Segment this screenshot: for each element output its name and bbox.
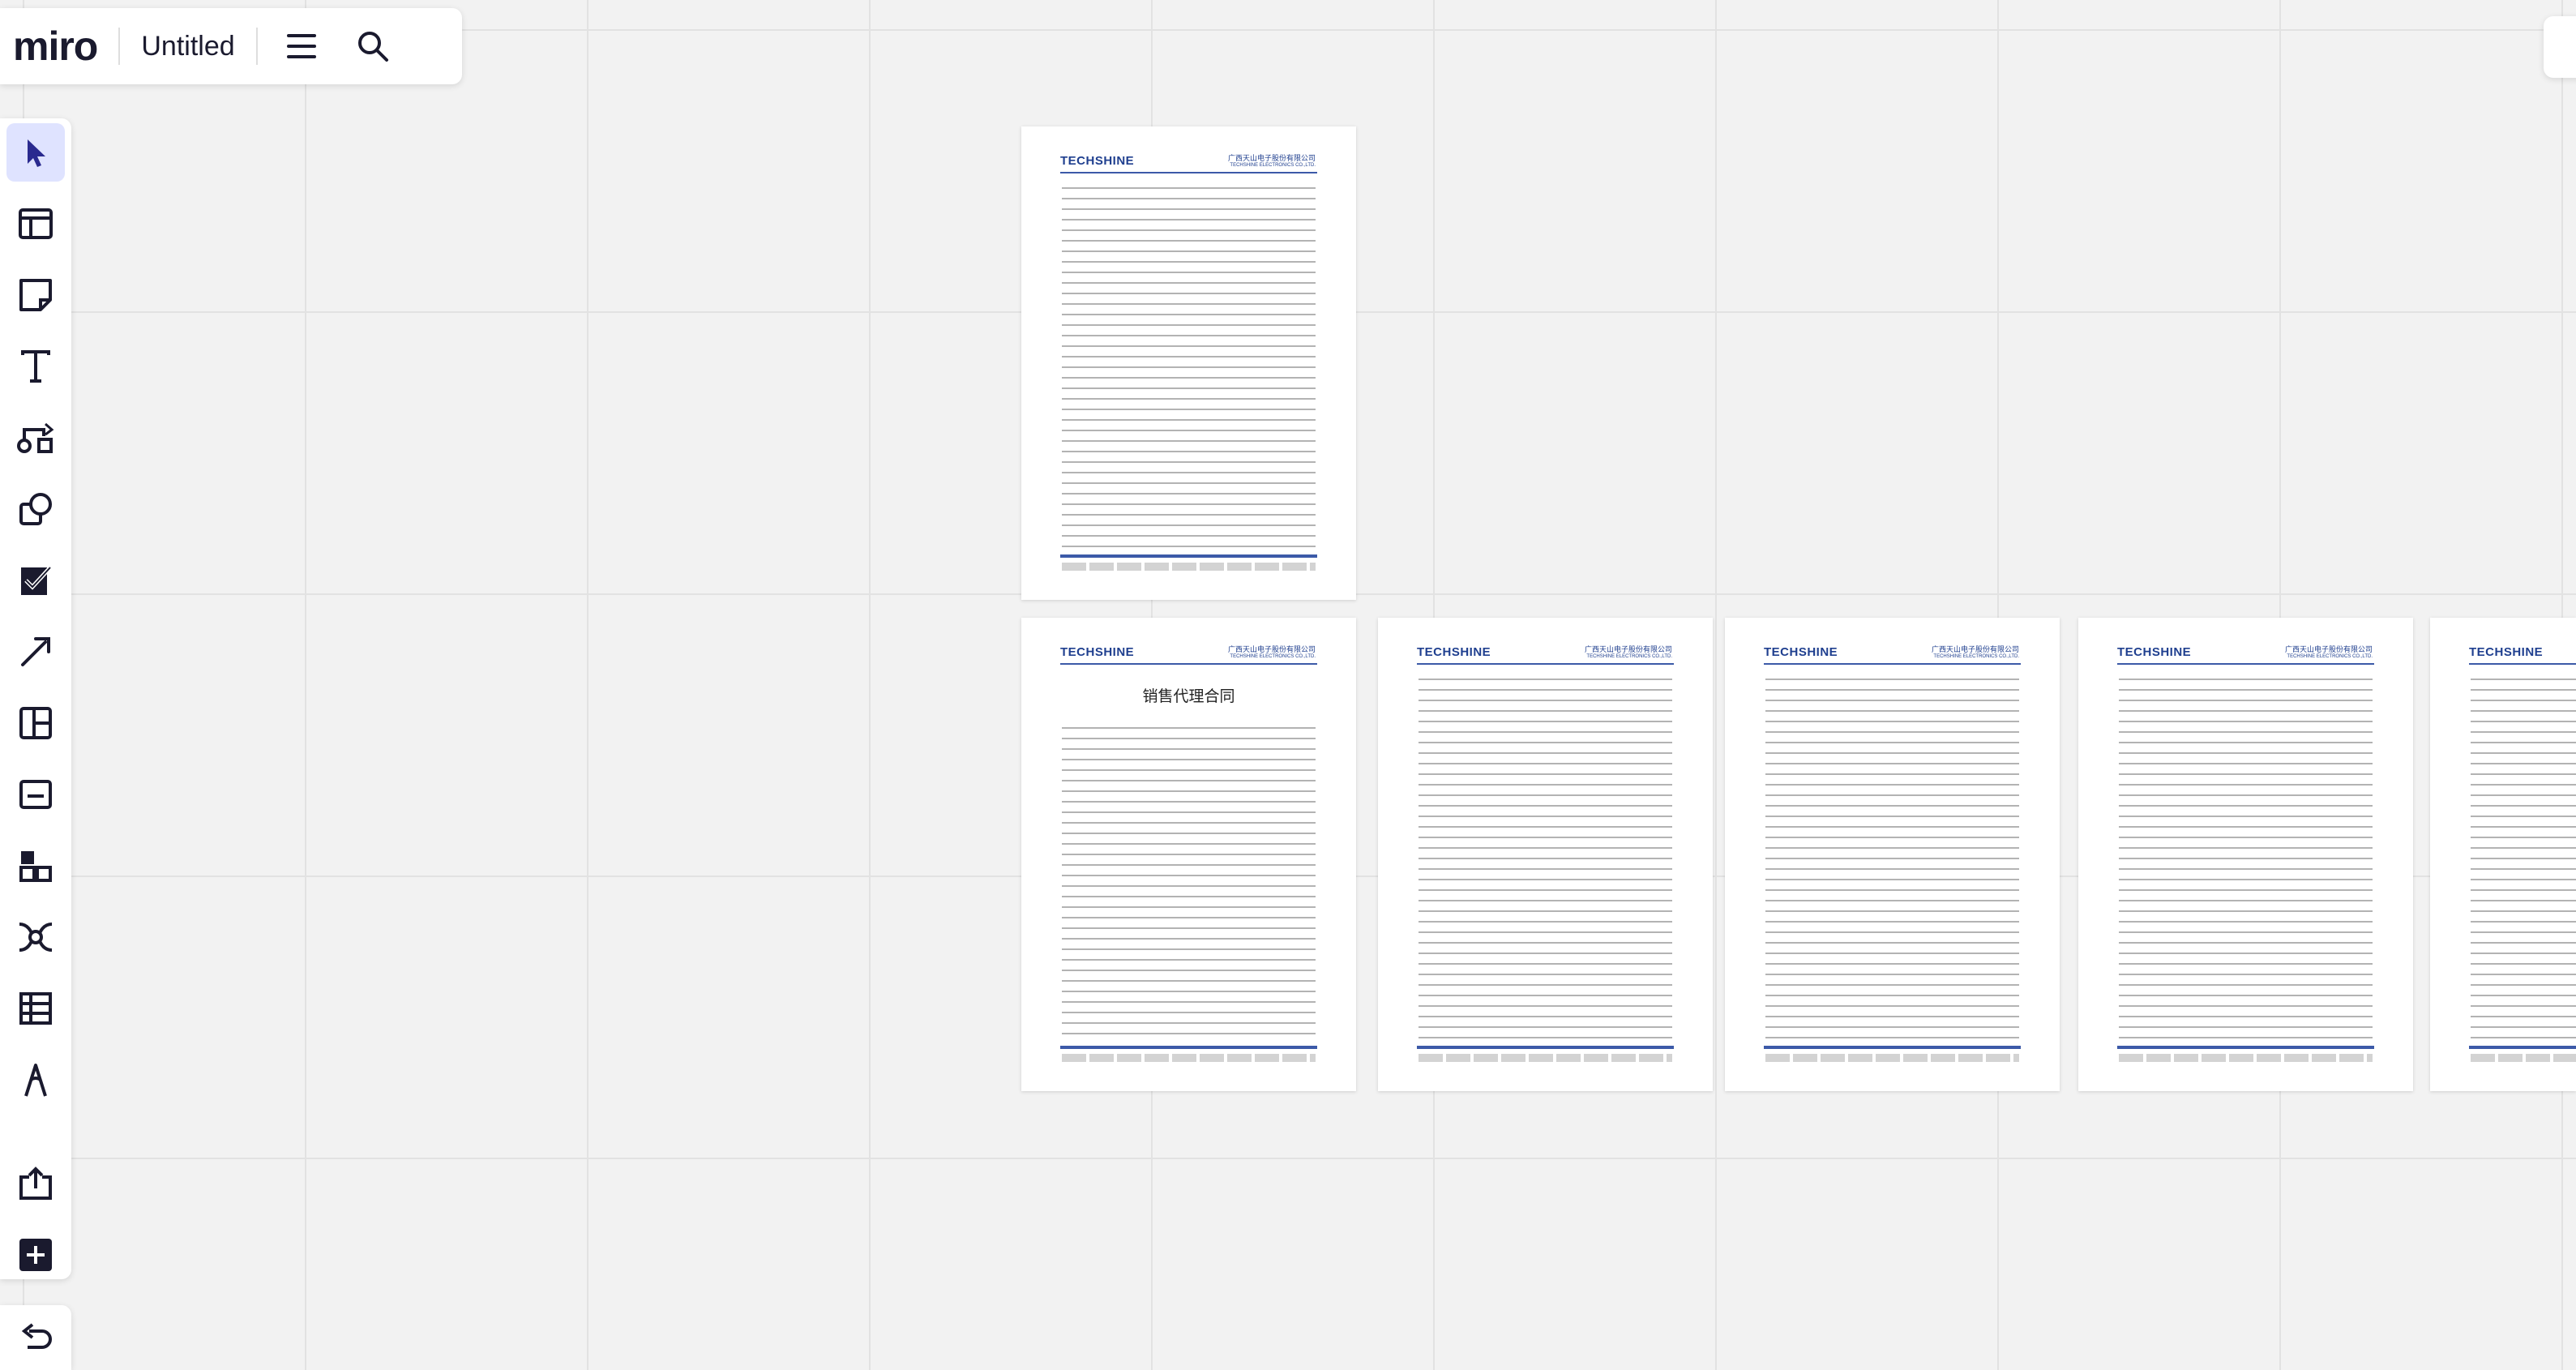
document-text-lines <box>1062 723 1316 1039</box>
brand-logo: TECHSHINE <box>1060 154 1135 168</box>
search-icon[interactable] <box>350 24 396 69</box>
document-text-lines <box>1062 183 1316 548</box>
footer-rule <box>1060 1046 1317 1049</box>
header-rule <box>2469 663 2576 665</box>
company-name: 广西天山电子股份有限公司 TECHSHINE ELECTRONICS CO.,LT… <box>2284 645 2373 659</box>
document-page[interactable]: TECHSHINE 广西天山电子股份有限公司 TECHSHINE ELECTRON… <box>1021 126 1356 600</box>
document-text-lines <box>2471 674 2576 1039</box>
footer-text <box>2471 1054 2576 1062</box>
document-text-lines <box>1765 674 2019 1039</box>
company-name: 广西天山电子股份有限公司 TECHSHINE ELECTRONICS CO.,LT… <box>1227 154 1316 168</box>
miro-logo[interactable]: miro <box>13 23 98 70</box>
text-icon <box>21 350 50 383</box>
card-tool[interactable] <box>6 765 65 824</box>
diagram-icon <box>17 422 54 453</box>
footer-text <box>1062 1054 1316 1062</box>
footer-rule <box>1060 554 1317 558</box>
plus-icon <box>19 1239 52 1271</box>
top-bar: miro Untitled <box>0 8 462 84</box>
shapes-icon <box>19 493 52 525</box>
company-name: 广西天山电子股份有限公司 TECHSHINE ELECTRONICS CO.,LT… <box>1227 645 1316 659</box>
document-text-lines <box>2119 674 2373 1039</box>
layouts-tool[interactable] <box>6 837 65 895</box>
diagram-tool[interactable] <box>6 409 65 467</box>
undo-icon <box>21 1323 52 1349</box>
header-rule <box>1060 172 1317 173</box>
cursor-icon <box>28 139 45 167</box>
header-rule <box>1060 663 1317 665</box>
connection-line-tool[interactable] <box>6 623 65 681</box>
templates-icon <box>19 208 53 239</box>
upload-tool[interactable] <box>6 1154 65 1213</box>
pen-tool[interactable] <box>6 1051 65 1109</box>
footer-rule <box>2117 1046 2374 1049</box>
header-rule <box>2117 663 2374 665</box>
checklist-tool[interactable] <box>6 551 65 610</box>
footer-rule <box>1764 1046 2021 1049</box>
brand-logo: TECHSHINE <box>1060 645 1135 659</box>
footer-text <box>1765 1054 2019 1062</box>
divider <box>118 28 121 65</box>
arrow-line-icon <box>21 637 50 666</box>
shapes-tool[interactable] <box>6 480 65 538</box>
left-toolbar <box>0 118 71 1279</box>
templates-tool[interactable] <box>6 195 65 253</box>
footer-text <box>2119 1054 2373 1062</box>
table-icon <box>19 992 52 1025</box>
checklist-icon <box>21 566 52 595</box>
collaboration-panel[interactable] <box>2544 16 2576 78</box>
footer-text <box>1062 563 1316 571</box>
select-tool[interactable] <box>6 123 65 182</box>
footer-rule <box>1417 1046 1674 1049</box>
more-apps-tool[interactable] <box>6 1226 65 1284</box>
divider <box>255 28 258 65</box>
brand-logo: TECHSHINE <box>1764 645 1838 659</box>
card-icon <box>19 780 52 809</box>
menu-icon[interactable] <box>279 24 324 69</box>
table-tool[interactable] <box>6 979 65 1038</box>
footer-rule <box>2469 1046 2576 1049</box>
document-page[interactable]: TECHSHINE 广西天山电子股份有限公司 TECHSHINE ELECTRON… <box>1378 618 1713 1091</box>
document-page[interactable]: TECHSHINE 广西天山电子股份有限公司 TECHSHINE ELECTRON… <box>1725 618 2060 1091</box>
company-name: 广西天山电子股份有限公司 TECHSHINE ELECTRONICS CO.,LT… <box>1584 645 1672 659</box>
pen-icon <box>24 1064 47 1097</box>
document-title: 销售代理合同 <box>1142 687 1235 705</box>
board-title[interactable]: Untitled <box>141 31 234 62</box>
sticky-note-tool[interactable] <box>6 266 65 324</box>
brand-logo: TECHSHINE <box>2117 645 2192 659</box>
mind-map-icon <box>19 923 53 952</box>
footer-text <box>1419 1054 1672 1062</box>
sticky-note-icon <box>19 279 52 311</box>
document-page[interactable]: TECHSHINE 广西天山电子股份有限公司 TECHSHINE ELECTRON… <box>2078 618 2413 1091</box>
frame-icon <box>19 707 52 739</box>
brand-logo: TECHSHINE <box>1417 645 1491 659</box>
header-rule <box>1417 663 1674 665</box>
document-page[interactable]: TECHSHINE 广西天山电子股份有限公司 TECHSHINE ELECTRON… <box>1021 618 1356 1091</box>
text-tool[interactable] <box>6 337 65 396</box>
mind-map-tool[interactable] <box>6 908 65 966</box>
document-text-lines <box>1419 674 1672 1039</box>
header-rule <box>1764 663 2021 665</box>
company-name: 广西天山电子股份有限公司 TECHSHINE ELECTRONICS CO.,LT… <box>1931 645 2019 659</box>
layouts-icon <box>19 851 52 882</box>
brand-logo: TECHSHINE <box>2469 645 2544 659</box>
frame-tool[interactable] <box>6 694 65 752</box>
upload-icon <box>19 1167 52 1200</box>
document-page[interactable]: TECHSHINE <box>2430 618 2576 1091</box>
undo-button[interactable] <box>0 1305 71 1370</box>
